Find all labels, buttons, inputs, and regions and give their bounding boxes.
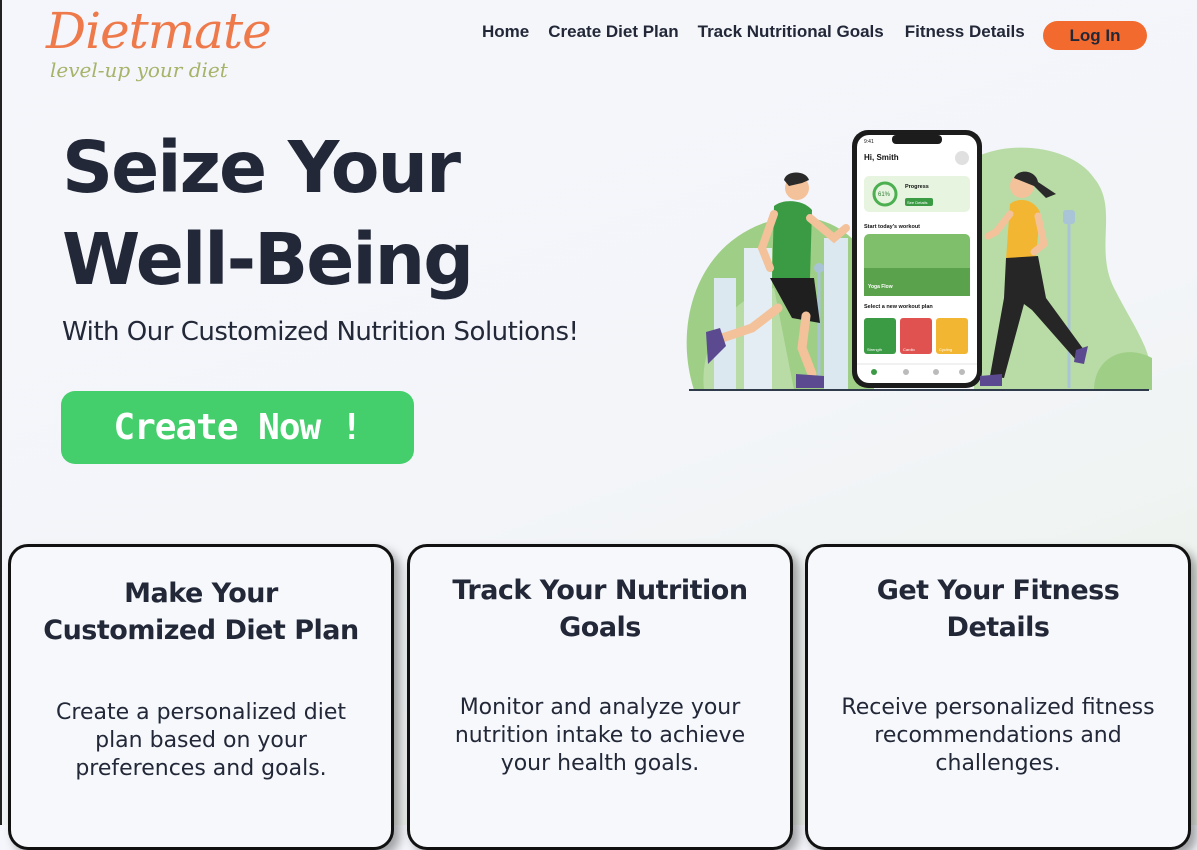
card-desc-line: Monitor and analyze your <box>459 695 741 720</box>
hero-subtitle: With Our Customized Nutrition Solutions! <box>62 317 579 347</box>
card-desc-line: nutrition intake to achieve <box>454 723 746 748</box>
nav-track-nutritional-goals[interactable]: Track Nutritional Goals <box>698 22 884 42</box>
card-title-line2: Details <box>946 612 1050 643</box>
nav-home[interactable]: Home <box>482 22 529 42</box>
card-description: Receive personalized fitness recommendat… <box>808 694 1188 778</box>
phone-progress-value: 61% <box>878 192 891 198</box>
card-title-line1: Track Your Nutrition <box>452 575 748 606</box>
phone-progress-button: See Details <box>907 200 927 205</box>
hero-title-line2: Well-Being <box>62 218 474 301</box>
card-title: Get Your Fitness Details <box>808 572 1188 646</box>
nav-fitness-details[interactable]: Fitness Details <box>905 22 1025 42</box>
phone-workout-name: Yoga Flow <box>868 284 893 290</box>
phone-plan-strength: Strength <box>867 347 882 352</box>
phone-workout-heading: Start today's workout <box>864 224 920 230</box>
card-desc-line: Create a personalized diet <box>56 700 346 725</box>
card-desc-line: plan based on your <box>95 728 307 753</box>
phone-greeting: Hi, Smith <box>864 153 899 162</box>
card-description: Create a personalized diet plan based on… <box>11 699 391 783</box>
brand-name: Dietmate <box>46 2 272 60</box>
card-title: Make Your Customized Diet Plan <box>11 575 391 649</box>
hero-illustration: 9:41 Hi, Smith 61% Progress See Details … <box>686 130 1152 391</box>
phone-plan-heading: Select a new workout plan <box>864 304 933 310</box>
card-desc-line: your health goals. <box>500 751 700 776</box>
feature-card-fitness-details[interactable]: Get Your Fitness Details Receive persona… <box>805 544 1191 850</box>
phone-plan-cardio: Cardio <box>903 347 916 352</box>
card-title-line1: Get Your Fitness <box>876 575 1120 606</box>
card-desc-line: preferences and goals. <box>75 756 327 781</box>
page-left-border <box>0 0 2 825</box>
card-title-line2: Customized Diet Plan <box>43 615 359 646</box>
card-title-line1: Make Your <box>124 578 278 609</box>
card-description: Monitor and analyze your nutrition intak… <box>410 694 790 778</box>
card-title-line2: Goals <box>559 612 641 643</box>
card-desc-line: recommendations and <box>874 723 1122 748</box>
main-nav: Home Create Diet Plan Track Nutritional … <box>482 22 1044 42</box>
feature-card-diet-plan[interactable]: Make Your Customized Diet Plan Create a … <box>8 544 394 850</box>
phone-progress-label: Progress <box>905 184 929 190</box>
hero-title-line1: Seize Your <box>62 126 461 209</box>
card-title: Track Your Nutrition Goals <box>410 572 790 646</box>
hero-title: Seize Your Well-Being <box>62 122 474 306</box>
phone-time: 9:41 <box>864 139 874 145</box>
nav-create-diet-plan[interactable]: Create Diet Plan <box>548 22 678 42</box>
card-desc-line: Receive personalized fitness <box>841 695 1155 720</box>
login-button[interactable]: Log In <box>1043 21 1147 50</box>
phone-avatar <box>955 151 969 165</box>
phone-mockup: 9:41 Hi, Smith 61% Progress See Details … <box>852 130 982 388</box>
brand-logo[interactable]: Dietmate level-up your diet <box>46 0 272 82</box>
feature-card-nutrition-goals[interactable]: Track Your Nutrition Goals Monitor and a… <box>407 544 793 850</box>
card-desc-line: challenges. <box>935 751 1061 776</box>
create-now-button[interactable]: Create Now ! <box>61 391 414 464</box>
phone-plan-cycling: Cycling <box>939 347 952 352</box>
